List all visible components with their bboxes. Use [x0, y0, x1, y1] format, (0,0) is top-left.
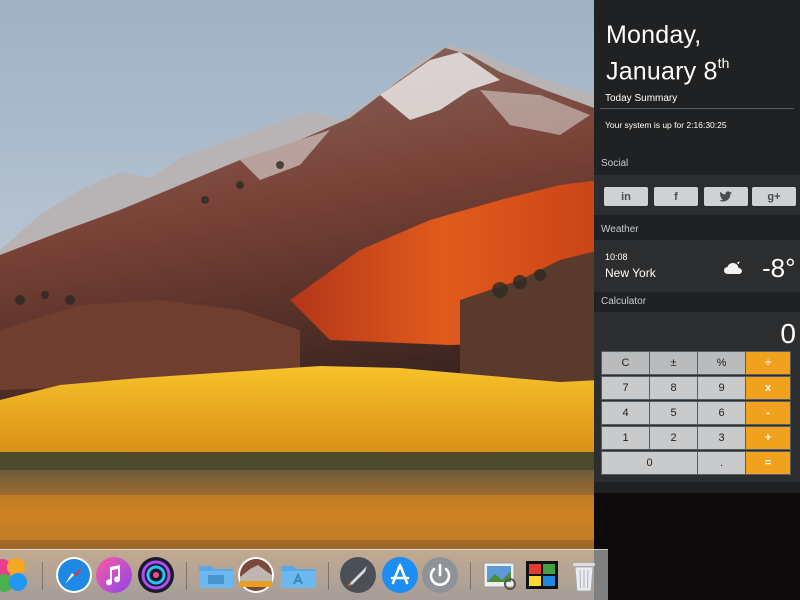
weather-temperature: -8° [762, 253, 796, 283]
calc-key-plus-minus[interactable]: ± [649, 351, 698, 375]
social-section-label: Social [601, 158, 629, 169]
dock-separator [186, 562, 187, 590]
calc-key-1[interactable]: 1 [601, 426, 650, 450]
preview-icon[interactable] [480, 555, 520, 595]
calc-key-0[interactable]: 0 [601, 451, 698, 475]
date-month-day: January 8th [606, 55, 730, 86]
game-center-icon[interactable] [0, 555, 30, 595]
weather-section-label: Weather [601, 224, 639, 235]
wallpaper-icon[interactable] [236, 555, 276, 595]
siri-icon[interactable] [136, 555, 176, 595]
calc-key-8[interactable]: 8 [649, 376, 698, 400]
itunes-icon[interactable] [94, 555, 134, 595]
googleplus-icon: g+ [767, 190, 781, 203]
weather-city: New York [605, 266, 656, 280]
dock [0, 549, 608, 600]
twitter-icon [719, 191, 732, 202]
facebook-share-button[interactable]: f [654, 187, 698, 206]
photo-booth-icon[interactable] [522, 555, 562, 595]
date-weekday: Monday, [606, 21, 702, 49]
safari-icon[interactable] [54, 555, 94, 595]
calc-key-3[interactable]: 3 [697, 426, 746, 450]
notification-center: Monday, January 8th Today Summary Your s… [594, 0, 800, 600]
calc-key-6[interactable]: 6 [697, 401, 746, 425]
calc-key-7[interactable]: 7 [601, 376, 650, 400]
trash-icon[interactable] [564, 555, 604, 595]
calc-key-decimal[interactable]: . [697, 451, 746, 475]
googleplus-share-button[interactable]: g+ [752, 187, 796, 206]
calc-key-percent[interactable]: % [697, 351, 746, 375]
calc-key-5[interactable]: 5 [649, 401, 698, 425]
panel-background [594, 493, 800, 600]
app-store-icon[interactable] [380, 555, 420, 595]
calc-key-4[interactable]: 4 [601, 401, 650, 425]
calc-key-divide[interactable]: ÷ [745, 351, 791, 375]
calc-key-9[interactable]: 9 [697, 376, 746, 400]
calculator-keypad: C ± % ÷ 7 8 9 x 4 5 6 - 1 2 3 + 0 . = [601, 351, 791, 476]
applications-folder-icon[interactable] [278, 555, 318, 595]
calc-key-equals[interactable]: = [745, 451, 791, 475]
calculator-section-label: Calculator [601, 296, 647, 307]
calc-key-2[interactable]: 2 [649, 426, 698, 450]
linkedin-share-button[interactable]: in [604, 187, 648, 206]
today-summary-title: Today Summary [605, 93, 678, 104]
dock-separator [42, 562, 43, 590]
power-icon[interactable] [420, 555, 460, 595]
calculator-display: 0 [780, 318, 796, 349]
weather-time: 10:08 [605, 252, 628, 262]
uptime-text: Your system is up for 2:16:30:25 [605, 120, 727, 130]
calc-key-multiply[interactable]: x [745, 376, 791, 400]
calc-key-plus[interactable]: + [745, 426, 791, 450]
desktop-folder-icon[interactable] [196, 555, 236, 595]
launchpad-icon[interactable] [338, 555, 378, 595]
calc-key-minus[interactable]: - [745, 401, 791, 425]
dock-separator [328, 562, 329, 590]
dock-separator [470, 562, 471, 590]
date-heading: Monday, January 8th [606, 20, 730, 86]
calc-key-clear[interactable]: C [601, 351, 650, 375]
divider [600, 108, 794, 109]
linkedin-icon: in [621, 190, 631, 203]
facebook-icon: f [674, 190, 678, 203]
cloudy-night-icon [724, 261, 742, 274]
twitter-share-button[interactable] [704, 187, 748, 206]
